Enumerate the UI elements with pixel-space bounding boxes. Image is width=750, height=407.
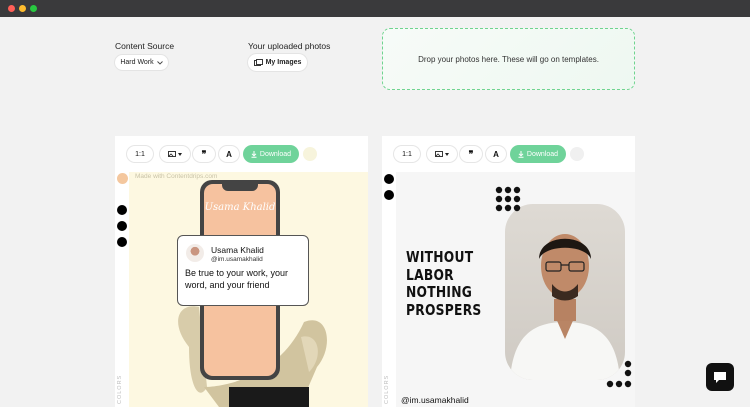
headline-line-4: PROSPERS <box>406 300 482 319</box>
close-window-button[interactable] <box>8 5 15 12</box>
chat-icon <box>714 371 726 383</box>
ratio-button[interactable]: 1:1 <box>394 146 420 162</box>
quote-card[interactable]: Usama Khalid @im.usamakhalid Be true to … <box>177 235 309 306</box>
phone-notch <box>222 184 258 191</box>
color-swatch[interactable] <box>570 147 584 161</box>
quote-icon: ❞ <box>468 148 474 159</box>
quote-button[interactable]: ❞ <box>193 146 215 162</box>
color-picker-dot[interactable] <box>117 173 128 184</box>
image-icon <box>168 151 176 157</box>
colors-label: COLORS <box>117 374 123 404</box>
window-titlebar <box>0 0 750 17</box>
photo-dropzone[interactable]: Drop your photos here. These will go on … <box>382 28 635 90</box>
download-icon <box>518 150 524 158</box>
decorative-dot-grid <box>495 186 521 212</box>
image-menu-button[interactable] <box>160 146 190 162</box>
content-source-value: Hard Work <box>120 59 154 66</box>
layout-option-1[interactable] <box>117 205 127 215</box>
download-label: Download <box>259 150 292 158</box>
caret-down-icon <box>178 152 182 156</box>
download-label: Download <box>526 150 559 158</box>
my-images-button[interactable]: My Images <box>248 54 307 71</box>
quote-button[interactable]: ❞ <box>460 146 482 162</box>
person-illustration <box>510 234 620 380</box>
avatar <box>186 244 204 262</box>
minimize-window-button[interactable] <box>19 5 26 12</box>
headline-line-3: NOTHING <box>406 283 473 301</box>
ratio-label: 1:1 <box>402 150 412 158</box>
download-button[interactable]: Download <box>510 145 566 163</box>
phone-script-name: Usama Khalid <box>204 202 276 213</box>
image-icon <box>435 151 443 157</box>
caret-down-icon <box>445 152 449 156</box>
template-canvas[interactable]: WITHOUT LABOR NOTHING PROSPERS @im.usama… <box>396 172 635 407</box>
ratio-button[interactable]: 1:1 <box>127 146 153 162</box>
ratio-label: 1:1 <box>135 150 145 158</box>
images-icon <box>253 59 263 66</box>
chevron-down-icon <box>156 60 163 65</box>
layout-option-2[interactable] <box>117 221 127 231</box>
font-button[interactable]: A <box>219 146 239 162</box>
download-button[interactable]: Download <box>243 145 299 163</box>
color-swatch[interactable] <box>303 147 317 161</box>
template-card-1: 1:1 ❞ A Download Usama Khalid Made with … <box>115 136 368 407</box>
quote-text: Be true to your work, your word, and you… <box>185 268 289 290</box>
dropzone-text: Drop your photos here. These will go on … <box>418 54 599 64</box>
download-icon <box>251 150 257 158</box>
my-images-label: My Images <box>265 59 302 66</box>
author-handle: @im.usamakhalid <box>401 395 469 405</box>
decorative-dot-corner <box>606 360 632 388</box>
maximize-window-button[interactable] <box>30 5 37 12</box>
chat-button[interactable] <box>706 363 734 391</box>
content-source-select[interactable]: Hard Work <box>115 55 168 70</box>
portrait-photo <box>505 204 625 380</box>
font-icon: A <box>493 149 499 159</box>
template-card-2: 1:1 ❞ A Download WITHOUT LABOR NOTHING P… <box>382 136 635 407</box>
colors-label: COLORS <box>384 374 390 404</box>
quote-author-name: Usama Khalid <box>211 245 264 255</box>
layout-option-3[interactable] <box>117 237 127 247</box>
quote-author-handle: @im.usamakhalid <box>211 256 263 263</box>
font-icon: A <box>226 149 232 159</box>
quote-icon: ❞ <box>201 148 207 159</box>
content-source-label: Content Source <box>115 41 175 51</box>
layout-option-1[interactable] <box>384 174 394 184</box>
layout-option-2[interactable] <box>384 190 394 200</box>
font-button[interactable]: A <box>486 146 506 162</box>
headline-line-1: WITHOUT <box>406 248 474 266</box>
image-menu-button[interactable] <box>427 146 457 162</box>
headline: WITHOUT LABOR NOTHING PROSPERS <box>406 248 482 319</box>
headline-line-2: LABOR <box>406 265 454 284</box>
watermark: Made with Contentdrips.com <box>135 173 218 180</box>
uploads-label: Your uploaded photos <box>248 41 331 51</box>
